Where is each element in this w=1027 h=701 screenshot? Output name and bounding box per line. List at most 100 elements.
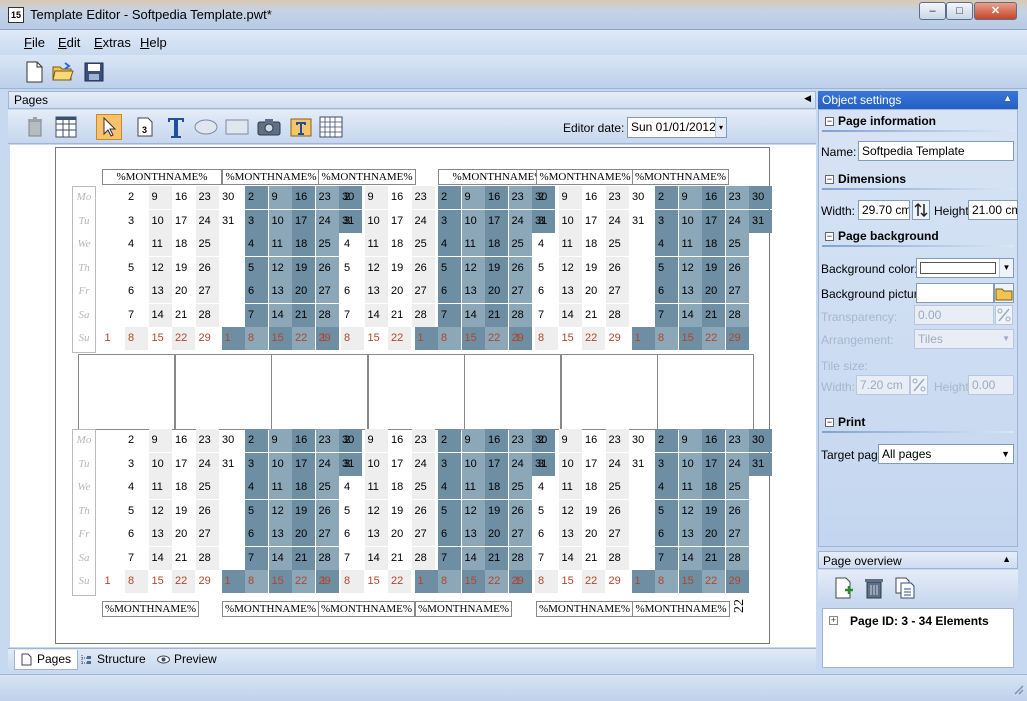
calendar-day-cell[interactable]: 20 — [388, 523, 411, 546]
duplicate-page-icon[interactable] — [893, 576, 917, 600]
calendar-day-cell[interactable]: 18 — [582, 476, 605, 499]
calendar-day-cell[interactable]: 23 — [315, 429, 339, 452]
height-input[interactable]: 21.00 cm — [968, 200, 1018, 220]
calendar-day-cell[interactable]: 4 — [125, 233, 148, 256]
calendar-day-cell[interactable]: 15 — [365, 327, 388, 350]
calendar-day-cell[interactable]: 5 — [535, 257, 558, 280]
calendar-day-cell[interactable]: 1 — [512, 570, 535, 593]
calendar-day-cell[interactable]: 28 — [725, 303, 749, 327]
calendar-day-cell[interactable]: 1 — [414, 570, 438, 593]
calendar-day-cell[interactable]: 30 — [749, 186, 772, 209]
calendar-day-cell[interactable]: 25 — [725, 233, 749, 256]
editor-date-picker[interactable]: Sun 01/01/2012 ▾ — [627, 117, 727, 138]
calendar-day-cell[interactable]: 7 — [341, 547, 364, 570]
calendar-day-cell[interactable]: 10 — [678, 452, 702, 476]
calendar-day-cell[interactable]: 27 — [315, 280, 339, 303]
background-picture-input[interactable] — [916, 283, 994, 303]
calendar-day-cell[interactable]: 16 — [292, 429, 315, 452]
calendar-day-cell[interactable]: 4 — [245, 233, 268, 256]
calendar-day-cell[interactable]: 6 — [535, 280, 558, 303]
calendar-day-cell[interactable]: 10 — [148, 209, 172, 233]
calendar-day-cell[interactable]: 27 — [508, 280, 532, 303]
calendar-day-cell[interactable]: 11 — [148, 476, 172, 499]
calendar-day-cell[interactable]: 26 — [411, 256, 435, 280]
calendar-day-cell[interactable]: 14 — [148, 546, 172, 570]
calendar-day-cell[interactable]: 21 — [702, 546, 725, 570]
calendar-day-cell[interactable]: 8 — [341, 570, 364, 593]
calendar-day-cell[interactable]: 27 — [508, 523, 532, 546]
calendar-day-cell[interactable]: 6 — [341, 280, 364, 303]
calendar-day-cell[interactable]: 23 — [411, 429, 435, 452]
chevron-down-icon[interactable]: ▾ — [715, 118, 726, 137]
calendar-day-cell[interactable]: 6 — [125, 523, 148, 546]
calendar-day-cell[interactable]: 8 — [125, 570, 148, 593]
calendar-day-cell[interactable]: 18 — [172, 233, 195, 256]
calendar-day-cell[interactable]: 28 — [605, 303, 629, 327]
calendar-day-cell[interactable]: 2 — [655, 186, 678, 209]
calendar-day-cell[interactable]: 13 — [148, 523, 172, 546]
calendar-day-cell[interactable]: 23 — [725, 429, 749, 452]
calendar-day-cell[interactable]: 20 — [702, 523, 725, 546]
calendar-day-cell[interactable]: 24 — [725, 452, 749, 476]
calendar-day-cell[interactable]: 10 — [461, 209, 485, 233]
calendar-day-cell[interactable]: 22 — [292, 570, 315, 593]
calendar-day-cell[interactable]: 17 — [388, 210, 411, 233]
calendar-day-cell[interactable]: 1 — [221, 570, 245, 593]
calendar-day-cell[interactable]: 1 — [318, 327, 341, 350]
calendar-day-cell[interactable]: 9 — [461, 186, 485, 209]
calendar-day-cell[interactable]: 6 — [655, 523, 678, 546]
calendar-day-cell[interactable]: 18 — [292, 233, 315, 256]
calendar-day-cell[interactable]: 4 — [655, 233, 678, 256]
calendar-day-cell[interactable]: 17 — [702, 452, 725, 476]
calendar-day-cell[interactable]: 24 — [411, 209, 435, 233]
calendar-day-cell[interactable]: 1 — [102, 570, 125, 593]
calendar-day-cell[interactable]: 25 — [508, 233, 532, 256]
calendar-day-cell[interactable]: 16 — [172, 186, 195, 209]
calendar-day-cell[interactable]: 5 — [438, 256, 461, 280]
calendar-day-cell[interactable]: 7 — [438, 546, 461, 570]
calendar-day-cell[interactable]: 3 — [655, 452, 678, 476]
calendar-day-cell[interactable]: 11 — [461, 233, 485, 256]
calendar-day-cell[interactable]: 31 — [629, 210, 652, 233]
calendar-day-cell[interactable]: 5 — [245, 499, 268, 523]
calendar-day-cell[interactable]: 15 — [268, 327, 292, 350]
calendar-day-cell[interactable]: 17 — [172, 210, 195, 233]
calendar-day-cell[interactable]: 9 — [148, 186, 172, 209]
calendar-day-cell[interactable]: 11 — [558, 233, 582, 256]
menu-help[interactable]: Help — [140, 35, 167, 50]
resize-grip-icon[interactable] — [1012, 683, 1024, 695]
calendar-day-cell[interactable]: 29 — [725, 327, 749, 350]
calendar-day-cell[interactable]: 19 — [485, 499, 508, 523]
calendar-day-cell[interactable]: 14 — [364, 546, 388, 570]
month-name-placeholder[interactable]: %MONTHNAME% — [318, 169, 416, 185]
collapse-up-icon[interactable]: ▲ — [1003, 93, 1012, 103]
calendar-day-cell[interactable]: 31 — [749, 452, 772, 476]
calendar-day-cell[interactable]: 5 — [245, 256, 268, 280]
calendar-day-cell[interactable]: 18 — [292, 476, 315, 499]
calendar-day-cell[interactable]: 12 — [678, 256, 702, 280]
calendar-day-cell[interactable]: 8 — [245, 327, 268, 350]
ellipse-tool[interactable] — [193, 114, 219, 140]
calendar-day-cell[interactable]: 27 — [315, 523, 339, 546]
calendar-day-cell[interactable]: 17 — [485, 209, 508, 233]
calendar-day-cell[interactable]: 11 — [678, 233, 702, 256]
calendar-day-cell[interactable]: 14 — [268, 546, 292, 570]
calendar-day-cell[interactable]: 17 — [292, 452, 315, 476]
calendar-day-cell[interactable]: 13 — [678, 280, 702, 303]
calendar-day-cell[interactable]: 15 — [559, 327, 582, 350]
calendar-day-cell[interactable]: 2 — [125, 186, 148, 209]
calendar-day-cell[interactable]: 6 — [341, 523, 364, 546]
rectangle-tool[interactable] — [224, 114, 250, 140]
calendar-day-cell[interactable]: 24 — [508, 209, 532, 233]
calendar-day-cell[interactable]: 20 — [172, 280, 195, 303]
collapse-up-icon[interactable]: ▲ — [1002, 554, 1011, 564]
calendar-day-cell[interactable]: 23 — [508, 186, 532, 209]
calendar-day-cell[interactable]: 25 — [195, 233, 219, 256]
collapse-left-icon[interactable]: ◀ — [804, 93, 811, 104]
calendar-day-cell[interactable]: 30 — [629, 429, 652, 452]
calendar-day-cell[interactable]: 8 — [125, 327, 148, 350]
calendar-day-cell[interactable]: 9 — [461, 429, 485, 452]
calendar-day-cell[interactable]: 24 — [605, 209, 629, 233]
calendar-day-cell[interactable]: 3 — [438, 209, 461, 233]
transparency-input[interactable]: 0.00 — [914, 305, 994, 325]
